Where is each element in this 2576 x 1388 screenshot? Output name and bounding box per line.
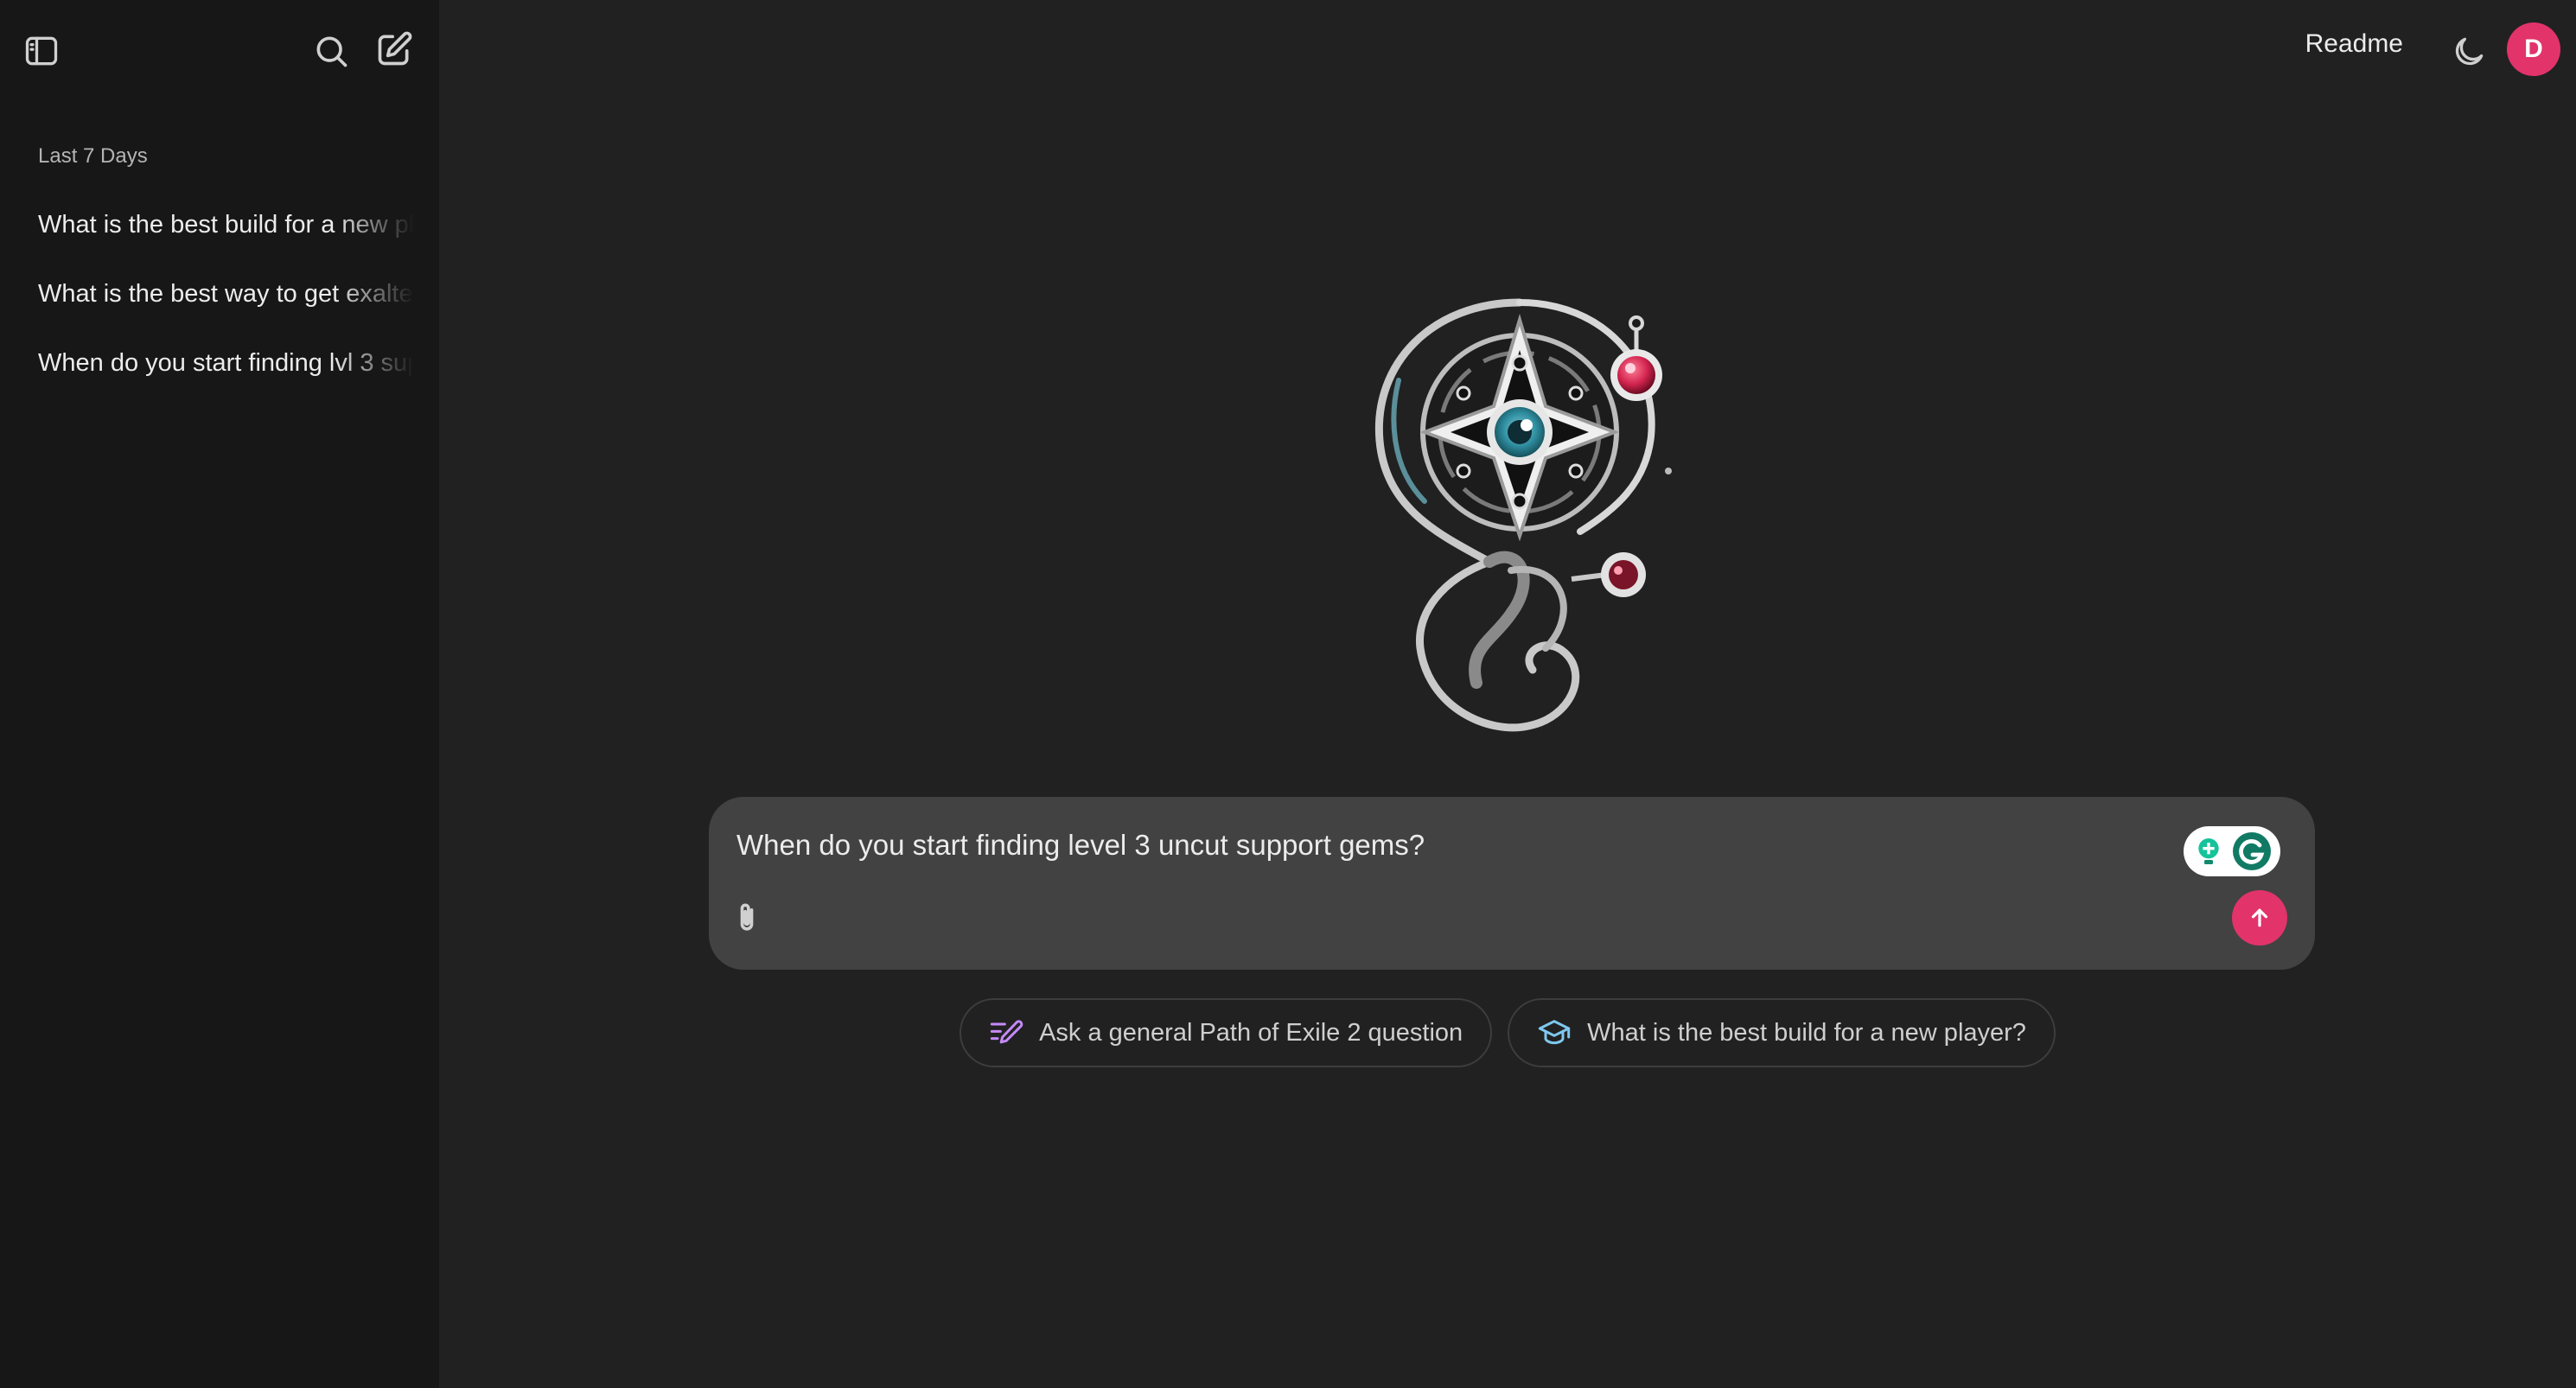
sidebar: Last 7 Days What is the best build for a… [0,0,439,1388]
search-button[interactable] [303,23,359,79]
user-avatar[interactable]: D [2507,22,2560,76]
message-composer [709,797,2315,970]
graduation-cap-icon [1538,1020,1571,1045]
main-area: Readme D When do you start finding level… [439,0,2576,1388]
lightbulb-icon [2198,838,2219,864]
suggestion-label: What is the best build for a new player? [1587,1018,2026,1047]
moon-icon [2455,37,2484,66]
readme-link[interactable]: Readme [2305,29,2403,59]
search-icon [316,36,348,67]
suggestion-label: Ask a general Path of Exile 2 question [1039,1018,1463,1047]
sidebar-toggle-icon [25,36,58,66]
grammarly-widget[interactable] [2184,826,2280,876]
message-input[interactable] [736,821,2120,869]
chat-history-item[interactable]: What is the best build for a new player? [19,190,422,259]
app-logo [1374,298,1672,732]
app: Last 7 Days What is the best build for a… [0,0,2576,1388]
grammarly-icon [2233,832,2271,870]
theme-toggle-button[interactable] [2441,24,2496,80]
new-chat-icon [378,31,412,66]
arrow-up-icon [2251,908,2268,927]
paperclip-icon [740,903,754,931]
attach-button[interactable] [719,890,775,945]
chat-history-item[interactable]: What is the best way to get exalted orbs… [19,259,422,328]
sidebar-section-label: Last 7 Days [38,144,148,168]
suggestion-chip[interactable]: Ask a general Path of Exile 2 question [960,998,1493,1067]
sidebar-header [0,0,439,102]
pen-lines-icon [990,1020,1023,1044]
suggestion-list: Ask a general Path of Exile 2 question W… [439,998,2576,1067]
sidebar-toggle-button[interactable] [14,23,69,79]
suggestion-chip[interactable]: What is the best build for a new player? [1508,998,2056,1067]
chat-history-item[interactable]: When do you start finding lvl 3 support … [19,328,422,398]
send-button[interactable] [2232,890,2287,945]
chat-history-list: What is the best build for a new player?… [19,190,422,398]
new-chat-button[interactable] [367,22,422,77]
